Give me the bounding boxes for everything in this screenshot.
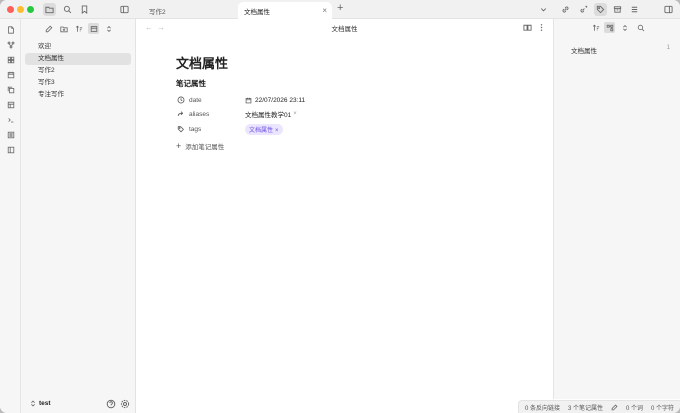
new-note-icon[interactable] [43,23,54,34]
char-count: 0 个字符 [650,405,674,412]
calendar-clock-icon [176,96,185,105]
status-bar: 0 条反向链接 3 个笔记属性 0 个词 0 个字符 [517,400,680,413]
ribbon [0,19,21,413]
property-row-aliases[interactable]: aliases 文档属性教学01 × [176,107,376,121]
date-value: 22/07/2026 23:11 [255,96,306,104]
vault-name: test [39,400,51,407]
template-icon[interactable] [5,99,16,110]
sort-icon[interactable] [73,23,84,34]
link-icon[interactable] [559,3,572,16]
expand-collapse-icon[interactable] [103,23,114,34]
tag-label: 文档属性 [249,127,274,134]
property-key[interactable]: date [189,97,245,104]
list-icon[interactable] [628,3,641,16]
editor-pane: ← → 文档属性 文档属性 笔记属性 date 22/07/2026 23:11… [136,19,553,413]
file-item-doc-properties[interactable]: 文档属性 [25,53,131,65]
vault-switcher[interactable]: test [21,395,136,413]
calendar-icon[interactable] [5,69,16,80]
property-key[interactable]: aliases [189,111,245,118]
checklist-icon[interactable] [5,129,16,140]
graph-icon[interactable] [5,39,16,50]
right-sidebar: 文档属性 1 [553,19,680,399]
properties-heading[interactable]: 笔记属性 [176,78,206,89]
property-value-date[interactable]: 22/07/2026 23:11 [245,97,305,104]
expand-collapse-icon[interactable] [619,22,630,33]
maximize-window-button[interactable] [27,6,34,13]
new-note-icon[interactable] [5,24,16,35]
backlinks-count[interactable]: 0 条反向链接 [525,403,560,412]
property-row-tags[interactable]: tags 文档属性 × [176,122,376,136]
chevron-updown-icon [31,400,35,407]
archive-icon[interactable] [611,3,624,16]
file-item-welcome[interactable]: 欢迎 [25,41,131,53]
copy-icon[interactable] [5,84,16,95]
help-icon[interactable] [106,399,116,409]
collapse-all-icon[interactable] [88,23,99,34]
terminal-icon[interactable] [5,114,16,125]
property-value-tags[interactable]: 文档属性 × [245,123,283,135]
left-sidebar: 欢迎 文档属性 写作2 写作3 专注写作 test [21,19,136,413]
tab-doc-properties[interactable]: 文档属性 × [238,2,332,19]
close-window-button[interactable] [7,6,14,13]
tags-icon [176,125,185,134]
file-item-focus-writing[interactable]: 专注写作 [25,89,131,101]
tag-list-item[interactable]: 文档属性 [571,45,597,55]
document-title[interactable]: 文档属性 [176,53,228,72]
remove-alias-icon[interactable]: × [293,111,297,117]
forward-arrow-icon [176,110,185,119]
tree-view-icon[interactable] [604,22,615,33]
remove-tag-icon[interactable]: × [275,128,279,134]
reading-mode-icon[interactable] [523,23,532,32]
file-item-writing2[interactable]: 写作2 [25,65,131,77]
bookmark-icon[interactable] [78,3,91,16]
add-property-button[interactable]: + 添加笔记属性 [176,141,224,151]
tag-count: 1 [666,45,670,51]
book-icon[interactable] [5,144,16,155]
search-icon[interactable] [635,22,646,33]
search-icon[interactable] [61,3,74,16]
sidebar-toggle-left-icon[interactable] [118,3,131,16]
property-row-date[interactable]: date 22/07/2026 23:11 [176,93,376,107]
calendar-icon[interactable] [245,97,252,104]
outgoing-link-icon[interactable] [577,3,590,16]
add-property-label: 添加笔记属性 [185,144,225,151]
gear-icon[interactable] [120,399,130,409]
pencil-icon[interactable] [611,404,618,411]
tab-label: 写作2 [149,8,166,16]
sidebar-toggle-right-icon[interactable] [662,3,675,16]
alias-value: 文档属性教学01 [245,112,292,119]
new-folder-icon[interactable] [58,23,69,34]
property-key[interactable]: tags [189,126,245,133]
chevron-down-icon[interactable] [537,3,550,16]
file-explorer-toolbar [21,19,136,37]
plus-icon: + [176,140,182,151]
tab-label: 文档属性 [244,8,270,16]
app-window: 写作2 文档属性 × + 欢迎 文档属性 写作2 写作3 专注写作 test ←… [0,0,680,413]
new-tab-button[interactable]: + [337,2,343,14]
sort-icon[interactable] [590,22,601,33]
property-value-aliases[interactable]: 文档属性教学01 × [245,109,297,119]
properties-count[interactable]: 3 个笔记属性 [568,403,603,412]
canvas-icon[interactable] [5,54,16,65]
file-item-writing3[interactable]: 写作3 [25,77,131,89]
title-bar: 写作2 文档属性 × + [0,0,680,19]
minimize-window-button[interactable] [17,6,24,13]
tag-icon[interactable] [594,3,607,16]
word-count: 0 个词 [625,405,643,412]
tab-close-icon[interactable]: × [322,6,327,15]
folder-icon[interactable] [43,3,56,16]
tag-pill[interactable]: 文档属性 × [245,123,283,135]
tab-writing2[interactable]: 写作2 [143,2,238,19]
more-options-icon[interactable] [537,23,546,32]
view-header-title[interactable]: 文档属性 [136,23,553,33]
file-list: 欢迎 文档属性 写作2 写作3 专注写作 [25,41,131,101]
